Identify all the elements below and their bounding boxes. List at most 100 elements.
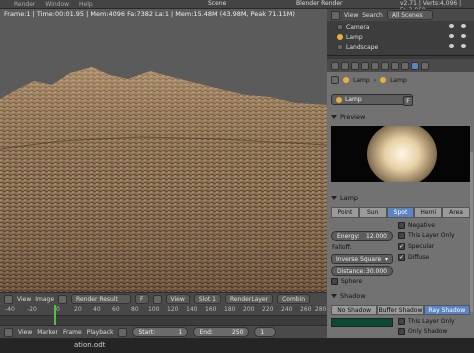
outliner-row-camera[interactable]: Camera xyxy=(337,22,370,32)
preview-light-glow xyxy=(367,126,437,182)
eye-icon[interactable] xyxy=(449,24,454,28)
image-name-field[interactable]: Render Result xyxy=(71,294,132,304)
shadow-type-buffer[interactable]: Buffer Shadow xyxy=(377,305,424,315)
data-context-icon[interactable] xyxy=(401,61,409,70)
pin-icon[interactable] xyxy=(152,294,162,304)
image-menu[interactable]: Image xyxy=(35,296,54,303)
only-shadow-checkbox[interactable]: Only Shadow xyxy=(398,328,447,335)
image-browse-icon[interactable] xyxy=(58,294,68,304)
fake-user-button[interactable]: F xyxy=(403,96,413,106)
lamp-panel-header[interactable]: Lamp xyxy=(327,193,474,203)
view-mode-select[interactable]: View xyxy=(165,294,190,304)
eye-icon[interactable] xyxy=(461,24,466,28)
distance-value: 30.000 xyxy=(366,267,387,275)
lamp-datablock-field[interactable]: Lamp xyxy=(331,94,413,105)
record-icon[interactable] xyxy=(118,327,128,337)
checkbox-box xyxy=(398,232,405,239)
taskbar-filename[interactable]: ation.odt xyxy=(74,341,105,349)
tick-label: 200 xyxy=(243,306,255,313)
editor-type-icon[interactable] xyxy=(4,294,13,304)
render-info-text: Frame:1 | Time:00:01.95 | Mem:4096 Fa:73… xyxy=(4,10,295,18)
shadow-type-none[interactable]: No Shadow xyxy=(331,305,378,315)
menu-render[interactable]: Render xyxy=(14,1,35,8)
lamp-type-spot[interactable]: Spot xyxy=(386,207,415,218)
menu-window[interactable]: Window xyxy=(45,1,69,8)
lamp-icon xyxy=(336,96,342,103)
tick-label: 20 xyxy=(74,306,82,313)
negative-label: Negative xyxy=(408,222,435,229)
properties-context-bar xyxy=(327,59,474,72)
tick-label: 220 xyxy=(262,306,274,313)
properties-editor: Lamp › Lamp Lamp F Preview Lamp Point Su… xyxy=(327,72,474,338)
lamp-type-sun[interactable]: Sun xyxy=(358,207,387,218)
end-frame-field[interactable]: End: 250 xyxy=(193,327,250,337)
shadow-panel-header[interactable]: Shadow xyxy=(327,291,474,301)
scene-selector[interactable]: Scene xyxy=(208,0,226,7)
timeline-header: View Marker Frame Playback Start: 1 End:… xyxy=(0,325,327,338)
outliner-row-landscape[interactable]: Landscape xyxy=(337,42,378,52)
constraints-context-icon[interactable] xyxy=(381,61,389,70)
lamp-type-area[interactable]: Area xyxy=(442,207,470,218)
current-frame-cursor[interactable] xyxy=(54,305,56,325)
editor-type-icon[interactable] xyxy=(331,10,340,20)
render-result-viewport[interactable]: Frame:1 | Time:00:01.95 | Mem:4096 Fa:73… xyxy=(0,9,327,292)
menu-help[interactable]: Help xyxy=(79,1,93,8)
slot-select[interactable]: Slot 1 xyxy=(193,294,221,304)
texture-context-icon[interactable] xyxy=(421,61,429,70)
end-label: End: xyxy=(199,328,213,336)
marker-menu[interactable]: Marker xyxy=(37,329,58,336)
eye-icon[interactable] xyxy=(449,44,454,48)
scene-context-icon[interactable] xyxy=(351,61,359,70)
timeline-ruler[interactable]: -40 -20 0 20 40 60 80 100 120 140 160 18… xyxy=(0,305,327,316)
distance-field[interactable]: Distance: 30.000 xyxy=(331,266,393,276)
view-menu[interactable]: View xyxy=(17,296,31,303)
shadow-type-ray[interactable]: Ray Shadow xyxy=(423,305,470,315)
fake-user-button[interactable]: F xyxy=(135,294,149,304)
render-layer-select[interactable]: RenderLayer xyxy=(224,294,274,304)
lamp-type-point[interactable]: Point xyxy=(331,207,359,218)
modifiers-context-icon[interactable] xyxy=(391,61,399,70)
preview-panel-header[interactable]: Preview xyxy=(327,112,474,122)
shadow-title: Shadow xyxy=(340,292,366,300)
lamp-type-hemi[interactable]: Hemi xyxy=(414,207,443,218)
tick-label: 120 xyxy=(167,306,179,313)
falloff-select[interactable]: Inverse Square ▾ xyxy=(331,254,393,264)
render-context-icon[interactable] xyxy=(331,61,339,70)
outliner-row-lamp[interactable]: Lamp xyxy=(337,32,363,42)
render-pass-select[interactable]: Combin xyxy=(277,294,311,304)
diffuse-checkbox[interactable]: ✓ Diffuse xyxy=(398,254,429,261)
visibility-toggles xyxy=(449,34,466,38)
timeline[interactable]: -40 -20 0 20 40 60 80 100 120 140 160 18… xyxy=(0,305,327,325)
energy-field[interactable]: Energy: 12.000 xyxy=(331,231,393,241)
energy-label: Energy: xyxy=(337,232,360,240)
display-mode-select[interactable]: All Scenes xyxy=(386,10,433,20)
taskbar: ation.odt xyxy=(0,338,474,353)
pin-icon[interactable] xyxy=(331,76,339,84)
shadow-color-swatch[interactable] xyxy=(331,318,393,327)
render-engine-selector[interactable]: Blender Render xyxy=(296,0,343,7)
tick-label: 180 xyxy=(224,306,236,313)
properties-scrollbar[interactable] xyxy=(470,152,473,312)
editor-type-icon[interactable] xyxy=(4,327,13,337)
specular-checkbox[interactable]: ✓ Specular xyxy=(398,243,434,250)
eye-icon[interactable] xyxy=(461,34,466,38)
shadow-layer-checkbox[interactable]: This Layer Only xyxy=(398,318,455,325)
current-frame-field[interactable]: 1 xyxy=(254,327,277,337)
world-context-icon[interactable] xyxy=(361,61,369,70)
eye-icon[interactable] xyxy=(461,44,466,48)
negative-checkbox[interactable]: Negative xyxy=(398,222,435,229)
layers-context-icon[interactable] xyxy=(341,61,349,70)
sphere-checkbox[interactable]: Sphere xyxy=(331,278,362,285)
lamp-panel-title: Lamp xyxy=(340,194,359,202)
outliner-view-menu[interactable]: View xyxy=(344,12,358,19)
start-frame-field[interactable]: Start: 1 xyxy=(132,327,189,337)
lamp-data-context-icon[interactable] xyxy=(411,61,419,70)
energy-value: 12.000 xyxy=(366,232,387,240)
this-layer-only-checkbox[interactable]: This Layer Only xyxy=(398,232,455,239)
outliner-search-menu[interactable]: Search xyxy=(362,12,383,19)
eye-icon[interactable] xyxy=(449,34,454,38)
frame-menu[interactable]: Frame xyxy=(63,329,82,336)
object-context-icon[interactable] xyxy=(371,61,379,70)
playback-menu[interactable]: Playback xyxy=(87,329,114,336)
timeline-view-menu[interactable]: View xyxy=(18,329,32,336)
